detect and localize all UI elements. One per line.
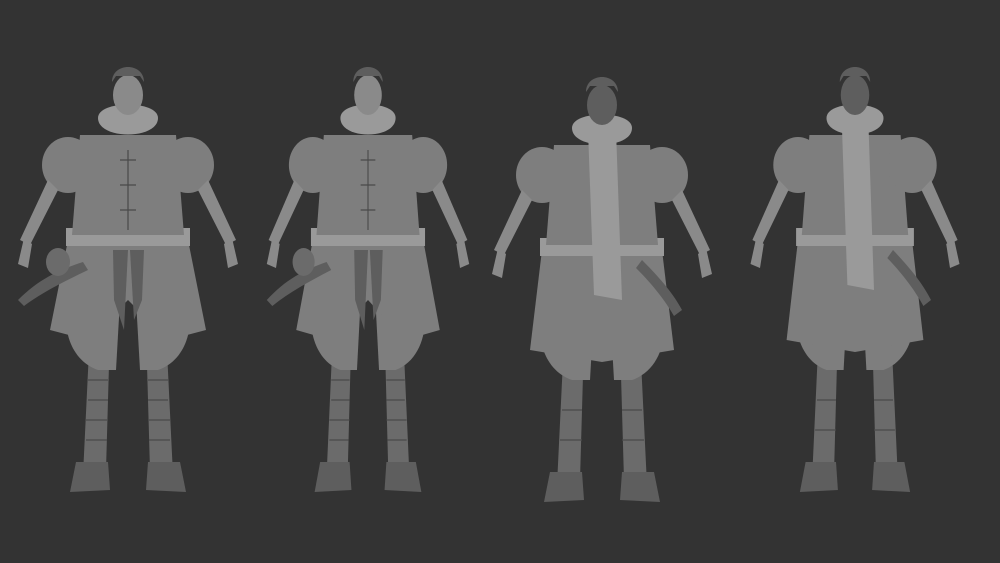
figure-three-quarter-back-view [749,66,961,493]
figure-front-view [17,66,239,493]
figure-back-view [491,76,713,503]
figure-three-quarter-front-view [266,66,470,493]
render-viewport [0,0,1000,563]
character-turnaround [17,66,961,503]
